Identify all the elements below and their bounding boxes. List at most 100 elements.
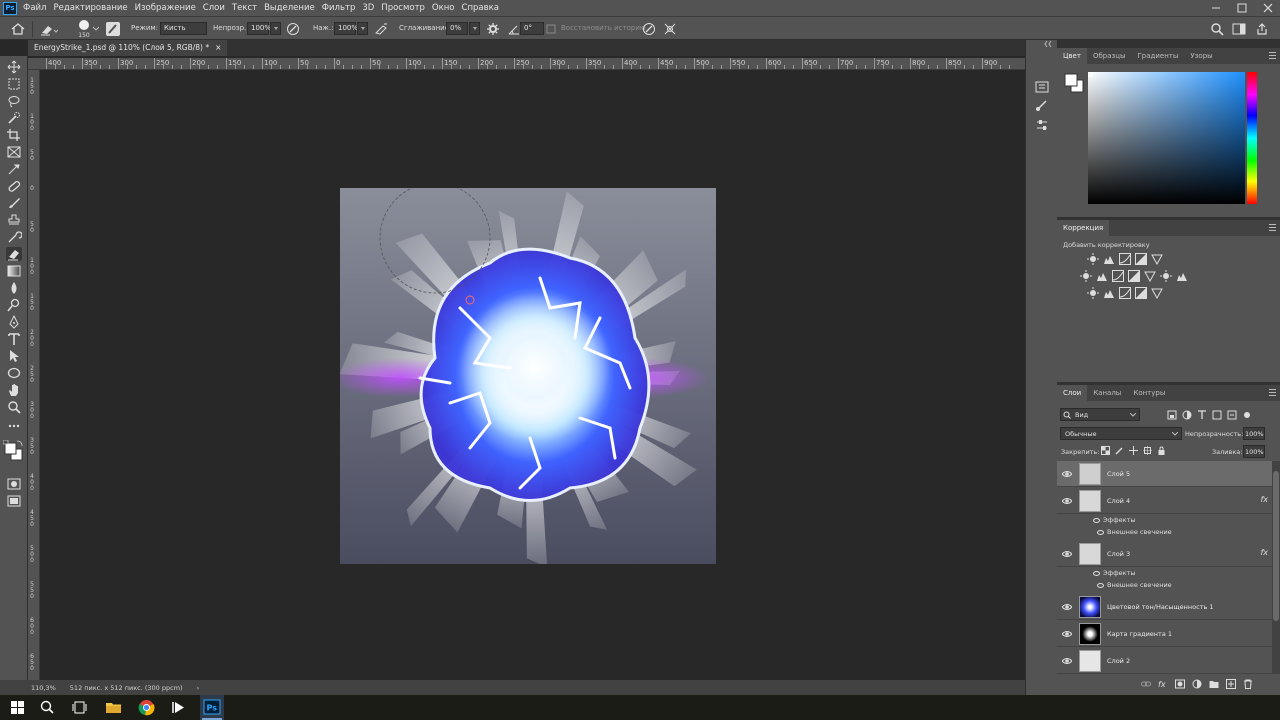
search-taskbar-icon[interactable]	[38, 698, 57, 717]
windows-start-icon[interactable]	[8, 698, 27, 717]
menu-image[interactable]: Изображение	[135, 3, 196, 13]
adjustments-panel-menu-icon[interactable]	[1269, 224, 1276, 231]
layer-effect-outer-glow[interactable]: Внешнее свечение	[1097, 581, 1172, 589]
document-tab[interactable]: EnergyStrike_1.psd @ 110% (Слой 5, RGB/8…	[28, 40, 228, 56]
layer-row[interactable]: Слой 3 fx	[1057, 541, 1272, 567]
tab-patterns[interactable]: Узоры	[1184, 48, 1218, 64]
new-layer-icon[interactable]	[1226, 679, 1236, 689]
healing-brush-tool-icon[interactable]	[6, 179, 22, 193]
hand-tool-icon[interactable]	[6, 383, 22, 397]
mode-select[interactable]: Кисть	[160, 22, 207, 35]
layer-effects-label[interactable]: Эффекты	[1093, 516, 1136, 524]
menu-filter[interactable]: Фильтр	[322, 3, 356, 13]
tab-layers[interactable]: Слои	[1057, 385, 1088, 401]
close-window-button[interactable]	[1260, 1, 1276, 15]
smoothing-dropdown[interactable]	[469, 22, 480, 35]
menu-window[interactable]: Окно	[432, 3, 455, 13]
menu-edit[interactable]: Редактирование	[53, 3, 127, 13]
color-lookup-icon[interactable]	[1176, 270, 1188, 282]
curves-icon[interactable]	[1119, 253, 1131, 265]
brightness-icon[interactable]	[1087, 253, 1099, 265]
bw-icon[interactable]	[1128, 270, 1140, 282]
tab-paths[interactable]: Контуры	[1127, 385, 1171, 401]
close-tab-icon[interactable]: ×	[215, 43, 221, 53]
foreground-background-swatch[interactable]	[3, 440, 25, 462]
frame-tool-icon[interactable]	[6, 145, 22, 159]
color-balance-icon[interactable]	[1112, 270, 1124, 282]
gradient-triangle-icon[interactable]	[1151, 253, 1163, 265]
layer-effects-label[interactable]: Эффекты	[1093, 569, 1136, 577]
threshold-icon[interactable]	[1119, 287, 1131, 299]
crop-tool-icon[interactable]	[6, 128, 22, 142]
airbrush-icon[interactable]	[374, 22, 388, 36]
add-mask-icon[interactable]	[1175, 679, 1185, 689]
menu-layers[interactable]: Слои	[203, 3, 225, 13]
clone-stamp-tool-icon[interactable]	[6, 213, 22, 227]
share-icon[interactable]	[1255, 22, 1269, 36]
invert-icon[interactable]	[1087, 287, 1099, 299]
eyedropper-tool-icon[interactable]	[6, 162, 22, 176]
layer-row[interactable]: Слой 5	[1057, 461, 1272, 487]
screen-mode-icon[interactable]	[6, 494, 22, 508]
fx-icon[interactable]: fx	[1158, 679, 1168, 689]
blur-tool-icon[interactable]	[6, 281, 22, 295]
color-panel-menu-icon[interactable]	[1269, 52, 1276, 59]
menu-file[interactable]: Файл	[23, 3, 46, 13]
color-swatches-fg-bg[interactable]	[1063, 72, 1085, 94]
fill-input[interactable]: 100%	[1243, 445, 1265, 458]
ellipse-tool-icon[interactable]	[6, 366, 22, 380]
gear-icon[interactable]	[486, 22, 500, 36]
menu-select[interactable]: Выделение	[264, 3, 315, 13]
color-field[interactable]	[1088, 72, 1245, 204]
status-arrow-icon[interactable]: ›	[197, 684, 200, 692]
more-tools-icon[interactable]	[6, 419, 22, 433]
layers-panel-menu-icon[interactable]	[1269, 389, 1276, 396]
document-canvas[interactable]	[340, 188, 716, 564]
task-view-icon[interactable]	[70, 698, 89, 717]
tab-channels[interactable]: Каналы	[1087, 385, 1127, 401]
search-icon[interactable]	[1210, 22, 1224, 36]
path-selection-tool-icon[interactable]	[6, 349, 22, 363]
history-brush-tool-icon[interactable]	[6, 230, 22, 244]
lasso-tool-icon[interactable]	[6, 94, 22, 108]
link-layers-icon[interactable]	[1141, 680, 1151, 688]
pressure-input[interactable]: 100%	[334, 22, 358, 35]
restore-button[interactable]	[1234, 1, 1250, 15]
effect-eye-icon[interactable]	[1097, 529, 1104, 535]
type-tool-icon[interactable]	[6, 332, 22, 346]
minimize-button[interactable]	[1208, 1, 1224, 15]
layer-row[interactable]: Слой 2	[1057, 648, 1272, 674]
tab-color[interactable]: Цвет	[1057, 48, 1087, 64]
brush-size-picker[interactable]: 150	[76, 19, 92, 39]
layer-row[interactable]: Карта градиента 1	[1057, 621, 1272, 647]
layer-opacity-input[interactable]: 100%	[1243, 427, 1265, 440]
quick-selection-tool-icon[interactable]	[6, 111, 22, 125]
visibility-eye-icon[interactable]	[1062, 469, 1072, 479]
chevron-down-icon[interactable]	[93, 26, 99, 32]
collapse-arrows-icon[interactable]	[1044, 40, 1054, 48]
menu-view[interactable]: Просмотр	[381, 3, 425, 13]
visibility-eye-icon[interactable]	[1062, 656, 1072, 666]
zoom-level[interactable]: 110,3%	[31, 684, 56, 692]
photo-filter-icon[interactable]	[1144, 270, 1156, 282]
layer-effect-outer-glow[interactable]: Внешнее свечение	[1097, 528, 1172, 536]
layer-fx-badge[interactable]: fx	[1260, 548, 1268, 557]
visibility-eye-icon[interactable]	[1062, 602, 1072, 612]
effects-eye-icon[interactable]	[1093, 517, 1100, 523]
file-explorer-icon[interactable]	[104, 698, 123, 717]
menu-help[interactable]: Справка	[462, 3, 499, 13]
layer-filter-select[interactable]: Вид	[1060, 408, 1140, 421]
vibrance-icon[interactable]	[1080, 270, 1092, 282]
photoshop-taskbar-button[interactable]: Ps	[200, 695, 224, 720]
history-panel-icon[interactable]	[1034, 80, 1050, 94]
home-icon[interactable]	[10, 22, 26, 36]
brush-panel-icon[interactable]	[1034, 98, 1050, 112]
visibility-eye-icon[interactable]	[1062, 629, 1072, 639]
eraser-preset-icon[interactable]	[38, 21, 58, 37]
new-group-icon[interactable]	[1209, 679, 1219, 689]
media-app-icon[interactable]	[170, 698, 189, 717]
symmetry-icon[interactable]	[663, 22, 677, 36]
delete-layer-icon[interactable]	[1243, 679, 1253, 689]
pressure-size-icon[interactable]	[642, 22, 656, 36]
effect-eye-icon[interactable]	[1097, 582, 1104, 588]
